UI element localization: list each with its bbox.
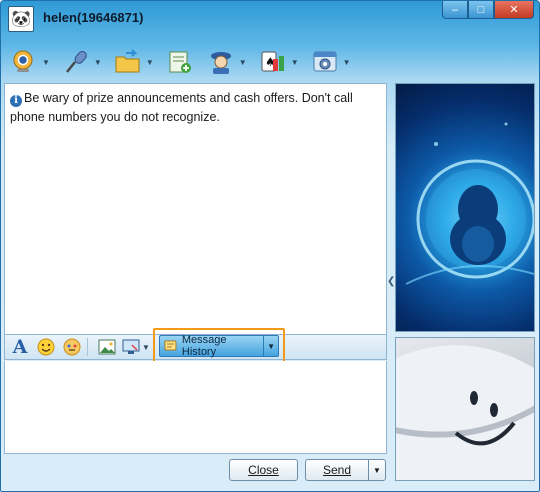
file-transfer-tool[interactable]: ▼ — [113, 48, 154, 76]
webcam-tool[interactable]: ▼ — [9, 48, 50, 76]
toolbar: ▼ ▼ ▼ ▼ ♠ ▼ ▼ — [9, 45, 362, 79]
screen-capture-icon — [122, 339, 140, 354]
screenshot-button[interactable]: ▼ — [122, 337, 150, 357]
smiley-key-icon — [396, 345, 534, 480]
note-add-icon[interactable] — [165, 48, 195, 76]
note-tool[interactable] — [165, 48, 195, 76]
contact-show-image — [395, 83, 535, 332]
font-icon: A — [12, 336, 28, 358]
chevron-down-icon[interactable]: ▼ — [291, 58, 299, 67]
chevron-down-icon[interactable]: ▼ — [94, 58, 102, 67]
chevron-down-icon[interactable]: ▼ — [146, 58, 154, 67]
my-show-image — [395, 337, 535, 481]
window-title: helen(19646871) — [43, 10, 144, 25]
chevron-down-icon[interactable]: ▼ — [263, 336, 278, 356]
microphone-tool[interactable]: ▼ — [61, 48, 102, 76]
remote-assist-tool[interactable]: ▼ — [206, 48, 247, 76]
emoticon-button[interactable] — [35, 337, 57, 357]
chevron-down-icon[interactable]: ▼ — [343, 58, 351, 67]
webcam-icon[interactable] — [9, 48, 39, 76]
chevron-down-icon[interactable]: ▼ — [142, 343, 150, 352]
close-button[interactable]: Close — [229, 459, 298, 481]
send-button-label: Send — [322, 463, 352, 477]
remote-assist-icon[interactable] — [206, 48, 236, 76]
games-icon[interactable]: ♠ — [258, 48, 288, 76]
magic-face-icon — [63, 338, 81, 356]
chat-window: 🐼 helen(19646871) – □ ✕ ▼ ▼ ▼ ▼ ♠ ▼ ▼ i … — [0, 0, 540, 492]
app-settings-icon[interactable] — [310, 48, 340, 76]
smiley-icon — [37, 338, 55, 356]
minimize-button[interactable]: – — [442, 1, 468, 19]
penguin-globe-icon — [405, 122, 534, 285]
message-history-highlight: Message History ▼ — [153, 328, 285, 364]
send-button[interactable]: Send ▼ — [305, 459, 386, 481]
info-icon: i — [10, 95, 22, 107]
maximize-button[interactable]: □ — [468, 1, 494, 19]
picture-icon — [98, 339, 116, 355]
close-window-button[interactable]: ✕ — [494, 1, 534, 19]
chevron-down-icon[interactable]: ▼ — [239, 58, 247, 67]
folder-transfer-icon[interactable] — [113, 48, 143, 76]
avatar[interactable]: 🐼 — [8, 6, 34, 32]
divider — [87, 338, 88, 356]
magic-emoticon-button[interactable] — [61, 337, 83, 357]
chevron-down-icon[interactable]: ▼ — [42, 58, 50, 67]
chevron-down-icon[interactable]: ▼ — [368, 460, 385, 480]
send-image-button[interactable] — [96, 337, 118, 357]
history-icon — [164, 340, 177, 350]
close-button-label: Close — [248, 463, 279, 477]
games-tool[interactable]: ♠ ▼ — [258, 48, 299, 76]
security-notice: i Be wary of prize announcements and cash… — [10, 89, 380, 127]
font-button[interactable]: A — [9, 336, 31, 358]
chat-history-area[interactable]: i Be wary of prize announcements and cash… — [4, 83, 387, 335]
title-bar[interactable]: 🐼 helen(19646871) – □ ✕ — [1, 1, 539, 35]
microphone-icon[interactable] — [61, 48, 91, 76]
message-history-label: Message History — [181, 334, 227, 358]
message-input[interactable] — [4, 361, 387, 454]
app-settings-tool[interactable]: ▼ — [310, 48, 351, 76]
security-notice-text: Be wary of prize announcements and cash … — [10, 91, 353, 124]
message-history-button[interactable]: Message History ▼ — [159, 334, 279, 358]
